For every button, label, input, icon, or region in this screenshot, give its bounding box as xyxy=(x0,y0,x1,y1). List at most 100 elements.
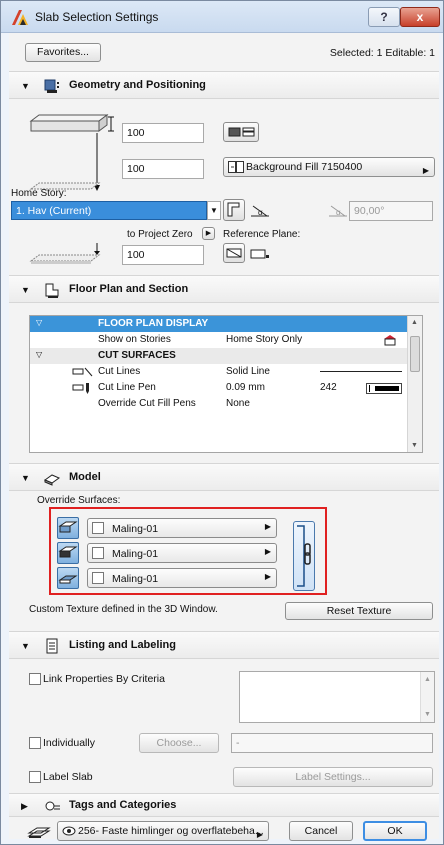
story-icon xyxy=(384,335,396,346)
to-project-zero-label: to Project Zero xyxy=(127,229,193,240)
bottom-surface-checkbox[interactable] xyxy=(92,572,104,584)
criteria-list[interactable]: ▲ ▼ xyxy=(239,671,435,723)
side-surface-icon[interactable] xyxy=(57,542,79,564)
floor-plan-section-header[interactable]: ▼ Floor Plan and Section xyxy=(9,275,439,303)
window-title: Slab Selection Settings xyxy=(35,10,159,24)
chevron-right-icon: ▶ xyxy=(264,572,271,581)
play-arrow-icon[interactable]: ▶ xyxy=(202,227,215,240)
angle-icon: α xyxy=(329,205,347,217)
project-zero-diagram xyxy=(29,243,101,264)
chain-link-icon xyxy=(297,525,311,587)
top-surface-selector[interactable]: Maling-01 ▶ xyxy=(87,518,277,538)
collapse-triangle-icon[interactable]: ▼ xyxy=(21,641,30,651)
floor-plan-icon xyxy=(45,283,59,298)
fill-selector[interactable]: Background Fill 7150400 ▶ xyxy=(223,157,435,177)
listing-icon xyxy=(46,638,58,654)
edge-trim-button[interactable] xyxy=(223,199,245,221)
link-surfaces-button[interactable] xyxy=(293,521,315,591)
tags-section-header[interactable]: ▶ Tags and Categories xyxy=(9,793,439,817)
side-surface-selector[interactable]: Maling-01 ▶ xyxy=(87,543,277,563)
side-surface-checkbox[interactable] xyxy=(92,547,104,559)
chevron-right-icon: ▶ xyxy=(422,166,429,175)
basic-structure-icon xyxy=(228,127,255,137)
expand-triangle-icon[interactable]: ▶ xyxy=(21,801,28,812)
chevron-right-icon: ▶ xyxy=(256,830,263,839)
tags-icon xyxy=(45,801,60,811)
structure-type-button[interactable] xyxy=(223,122,259,142)
ok-button[interactable]: OK xyxy=(363,821,427,841)
table-row[interactable]: Override Cut Fill Pens None xyxy=(30,396,408,412)
top-surface-icon[interactable] xyxy=(57,517,79,539)
project-zero-input[interactable]: 100 xyxy=(122,245,204,265)
line-preview xyxy=(320,371,402,372)
override-surfaces-label: Override Surfaces: xyxy=(37,495,121,506)
fill-pattern-icon xyxy=(228,161,244,173)
bottom-surface-selector[interactable]: Maling-01 ▶ xyxy=(87,568,277,588)
collapse-triangle-icon[interactable]: ▼ xyxy=(21,81,30,91)
table-row[interactable]: ▽ CUT SURFACES xyxy=(30,348,408,364)
link-properties-label: Link Properties By Criteria xyxy=(43,673,165,685)
title-bar: Slab Selection Settings ? x xyxy=(1,1,443,33)
table-row[interactable]: Cut Line Pen 0.09 mm 242 xyxy=(30,380,408,396)
link-properties-checkbox[interactable] xyxy=(29,673,41,685)
table-scrollbar[interactable]: ▲ ▼ xyxy=(407,316,422,452)
bottom-surface-icon[interactable] xyxy=(57,567,79,589)
chevron-right-icon: ▶ xyxy=(264,547,271,556)
slab-offset-input[interactable]: 100 xyxy=(122,159,204,179)
label-settings-button[interactable]: Label Settings... xyxy=(233,767,433,787)
layer-icon xyxy=(27,827,51,838)
model-icon xyxy=(43,474,61,486)
svg-text:α: α xyxy=(336,208,341,217)
table-row[interactable]: Show on Stories Home Story Only xyxy=(30,332,408,348)
custom-texture-note: Custom Texture defined in the 3D Window. xyxy=(29,604,218,615)
floor-plan-settings-table[interactable]: ▽ FLOOR PLAN DISPLAY Show on Stories Hom… xyxy=(29,315,423,453)
choose-field[interactable]: - xyxy=(231,733,433,753)
close-button[interactable]: x xyxy=(400,7,440,27)
edge-angle-input[interactable]: 90,00° xyxy=(349,201,433,221)
home-story-dropdown[interactable]: 1. Hav (Current) xyxy=(11,201,207,220)
edge-angle-icon[interactable]: α xyxy=(249,201,271,221)
reset-texture-button[interactable]: Reset Texture xyxy=(285,602,433,620)
table-row[interactable]: ▽ FLOOR PLAN DISPLAY xyxy=(30,316,408,332)
selection-info: Selected: 1 Editable: 1 xyxy=(329,47,435,59)
home-story-label: Home Story: xyxy=(11,188,67,199)
criteria-scrollbar[interactable]: ▲ ▼ xyxy=(420,672,434,722)
edge-trim-icon xyxy=(227,202,240,217)
override-surfaces-group: Maling-01 ▶ Maling-01 ▶ Maling-01 ▶ xyxy=(49,507,327,595)
pen-icon xyxy=(72,383,89,394)
individually-label: Individually xyxy=(43,737,95,749)
cut-line-icon xyxy=(72,367,93,377)
help-button[interactable]: ? xyxy=(368,7,400,27)
collapse-triangle-icon[interactable]: ▼ xyxy=(21,473,30,483)
table-row[interactable]: Cut Lines Solid Line xyxy=(30,364,408,380)
choose-button[interactable]: Choose... xyxy=(139,733,219,753)
dialog-body: Favorites... Selected: 1 Editable: 1 ▼ G… xyxy=(9,33,439,841)
fill-label: Background Fill 7150400 xyxy=(246,161,363,173)
slab-geometry-icon xyxy=(44,79,59,93)
reference-plane-side-icon[interactable] xyxy=(249,245,271,263)
tags-section-title: Tags and Categories xyxy=(69,799,177,811)
archicad-app-icon xyxy=(12,10,28,25)
layer-selector[interactable]: 256- Faste himlinger og overflatebeha...… xyxy=(57,821,269,841)
favorites-button[interactable]: Favorites... xyxy=(25,43,101,62)
floor-plan-section-title: Floor Plan and Section xyxy=(69,283,189,295)
eye-icon xyxy=(62,826,76,836)
cancel-button[interactable]: Cancel xyxy=(289,821,353,841)
listing-section-header[interactable]: ▼ Listing and Labeling xyxy=(9,631,439,659)
geometry-section-title: Geometry and Positioning xyxy=(69,79,206,91)
chevron-down-icon[interactable]: ▼ xyxy=(207,201,221,220)
label-slab-label: Label Slab xyxy=(43,771,93,783)
svg-text:α: α xyxy=(258,208,263,217)
model-section-title: Model xyxy=(69,471,101,483)
top-surface-checkbox[interactable] xyxy=(92,522,104,534)
listing-section-title: Listing and Labeling xyxy=(69,639,176,651)
pen-preview[interactable] xyxy=(366,383,402,394)
collapse-triangle-icon[interactable]: ▼ xyxy=(21,285,30,295)
slab-thickness-input[interactable]: 100 xyxy=(122,123,204,143)
label-slab-checkbox[interactable] xyxy=(29,771,41,783)
geometry-section-header[interactable]: ▼ Geometry and Positioning xyxy=(9,71,439,99)
individually-checkbox[interactable] xyxy=(29,737,41,749)
model-section-header[interactable]: ▼ Model xyxy=(9,463,439,491)
reference-plane-button[interactable] xyxy=(223,243,245,263)
layer-label: 256- Faste himlinger og overflatebeha... xyxy=(78,825,264,837)
